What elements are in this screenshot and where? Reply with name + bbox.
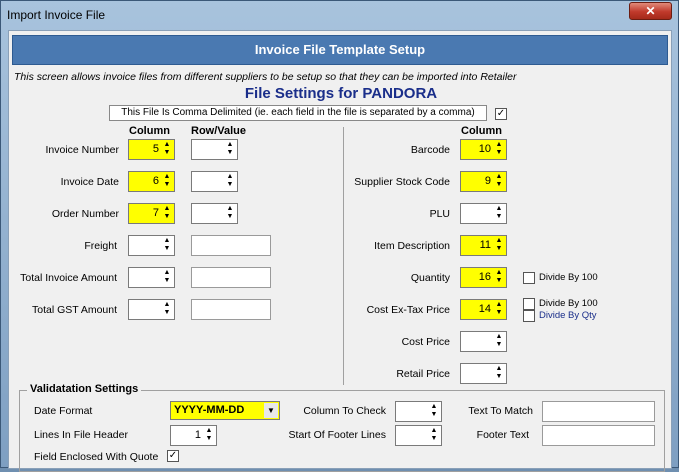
spinner-arrows-icon[interactable]: ▲ ▼ xyxy=(203,427,215,444)
quantity-column-value: 16 xyxy=(478,271,491,283)
item-description-column-value: 11 xyxy=(479,239,491,251)
spinner-arrows-icon[interactable]: ▲ ▼ xyxy=(161,205,173,222)
cost-ex-tax-price-column-value: 14 xyxy=(478,303,491,315)
date-format-dropdown[interactable]: YYYY-MM-DD ▼ xyxy=(170,401,280,420)
plu-column-spinner[interactable]: ▲ ▼ xyxy=(460,203,507,224)
close-button[interactable]: ✕ xyxy=(629,2,672,20)
spinner-arrows-icon[interactable]: ▲ ▼ xyxy=(493,333,505,350)
cost-divide-qty-label: Divide By Qty xyxy=(539,310,597,321)
banner-title: Invoice File Template Setup xyxy=(12,35,668,65)
quantity-label: Quantity xyxy=(410,272,450,284)
spinner-arrows-icon[interactable]: ▲ ▼ xyxy=(161,141,173,158)
spinner-arrows-icon[interactable]: ▲ ▼ xyxy=(161,269,173,286)
lines-in-header-label: Lines In File Header xyxy=(34,429,128,441)
cost-price-column-spinner[interactable]: ▲ ▼ xyxy=(460,331,507,352)
cost-divide-100-checkbox[interactable] xyxy=(523,298,535,310)
quantity-column-spinner[interactable]: 16 ▲ ▼ xyxy=(460,267,507,288)
spinner-arrows-icon[interactable]: ▲ ▼ xyxy=(493,141,505,158)
invoice-date-column-value: 6 xyxy=(152,175,159,187)
intro-text: This screen allows invoice files from di… xyxy=(14,71,517,83)
start-footer-spinner[interactable]: ▲ ▼ xyxy=(395,425,442,446)
chevron-down-icon[interactable]: ▼ xyxy=(264,403,278,418)
spinner-arrows-icon[interactable]: ▲ ▼ xyxy=(428,427,440,444)
spinner-arrows-icon[interactable]: ▲ ▼ xyxy=(493,173,505,190)
cost-ex-tax-price-column-spinner[interactable]: 14 ▲ ▼ xyxy=(460,299,507,320)
footer-text-input[interactable] xyxy=(542,425,655,446)
retail-price-label: Retail Price xyxy=(396,368,450,380)
total-gst-amount-column-spinner[interactable]: ▲ ▼ xyxy=(128,299,175,320)
column-to-check-spinner[interactable]: ▲ ▼ xyxy=(395,401,442,422)
spinner-arrows-icon[interactable]: ▲ ▼ xyxy=(161,301,173,318)
field-enclosed-label: Field Enclosed With Quote xyxy=(34,451,159,463)
invoice-number-column-value: 5 xyxy=(152,143,159,155)
spinner-arrows-icon[interactable]: ▲ ▼ xyxy=(493,269,505,286)
spinner-arrows-icon[interactable]: ▲ ▼ xyxy=(493,365,505,382)
spinner-arrows-icon[interactable]: ▲ ▼ xyxy=(224,205,236,222)
order-number-row-spinner[interactable]: ▲ ▼ xyxy=(191,203,238,224)
order-number-column-value: 7 xyxy=(152,207,159,219)
item-description-column-spinner[interactable]: 11 ▲ ▼ xyxy=(460,235,507,256)
invoice-number-row-spinner[interactable]: ▲ ▼ xyxy=(191,139,238,160)
retail-price-column-spinner[interactable]: ▲ ▼ xyxy=(460,363,507,384)
date-format-label: Date Format xyxy=(34,405,93,417)
invoice-number-column-spinner[interactable]: 5 ▲ ▼ xyxy=(128,139,175,160)
window-title: Import Invoice File xyxy=(7,8,106,22)
text-to-match-input[interactable] xyxy=(542,401,655,422)
total-gst-amount-label: Total GST Amount xyxy=(31,304,117,316)
plu-label: PLU xyxy=(429,208,450,220)
spinner-arrows-icon[interactable]: ▲ ▼ xyxy=(493,301,505,318)
lines-in-header-value: 1 xyxy=(194,429,201,441)
supplier-stock-code-column-value: 9 xyxy=(484,175,491,187)
invoice-number-label: Invoice Number xyxy=(45,144,119,156)
total-invoice-amount-label: Total Invoice Amount xyxy=(20,272,117,284)
spinner-arrows-icon[interactable]: ▲ ▼ xyxy=(224,173,236,190)
item-description-label: Item Description xyxy=(374,240,450,252)
import-invoice-window: Import Invoice File ✕ Invoice File Templ… xyxy=(0,0,679,472)
title-bar[interactable]: Import Invoice File ✕ xyxy=(1,1,678,29)
freight-label: Freight xyxy=(84,240,117,252)
footer-text-label: Footer Text xyxy=(476,429,529,441)
total-invoice-amount-value-input[interactable] xyxy=(191,267,271,288)
order-number-label: Order Number xyxy=(51,208,119,220)
comma-delimited-label: This File Is Comma Delimited (ie. each f… xyxy=(109,105,487,121)
invoice-date-column-spinner[interactable]: 6 ▲ ▼ xyxy=(128,171,175,192)
text-to-match-label: Text To Match xyxy=(468,405,533,417)
spinner-arrows-icon[interactable]: ▲ ▼ xyxy=(161,173,173,190)
cost-divide-100-label: Divide By 100 xyxy=(539,298,598,309)
column-to-check-label: Column To Check xyxy=(303,405,386,417)
start-footer-label: Start Of Footer Lines xyxy=(288,429,386,441)
lines-in-header-spinner[interactable]: 1 ▲ ▼ xyxy=(170,425,217,446)
comma-delimited-checkbox[interactable]: ✓ xyxy=(495,108,507,120)
order-number-column-spinner[interactable]: 7 ▲ ▼ xyxy=(128,203,175,224)
left-column-header: Column xyxy=(129,125,170,137)
barcode-column-value: 10 xyxy=(478,143,491,155)
cost-price-label: Cost Price xyxy=(401,336,450,348)
spinner-arrows-icon[interactable]: ▲ ▼ xyxy=(493,205,505,222)
spinner-arrows-icon[interactable]: ▲ ▼ xyxy=(493,237,505,254)
cost-divide-qty-checkbox[interactable] xyxy=(523,310,535,322)
page-heading: File Settings for PANDORA xyxy=(244,85,438,102)
freight-column-spinner[interactable]: ▲ ▼ xyxy=(128,235,175,256)
supplier-stock-code-column-spinner[interactable]: 9 ▲ ▼ xyxy=(460,171,507,192)
quantity-divide-100-label: Divide By 100 xyxy=(539,272,598,283)
row-value-header: Row/Value xyxy=(191,125,247,137)
spinner-arrows-icon[interactable]: ▲ ▼ xyxy=(161,237,173,254)
supplier-stock-code-label: Supplier Stock Code xyxy=(354,176,450,188)
invoice-date-label: Invoice Date xyxy=(60,176,119,188)
total-invoice-amount-column-spinner[interactable]: ▲ ▼ xyxy=(128,267,175,288)
spinner-arrows-icon[interactable]: ▲ ▼ xyxy=(428,403,440,420)
barcode-column-spinner[interactable]: 10 ▲ ▼ xyxy=(460,139,507,160)
quantity-divide-100-checkbox[interactable] xyxy=(523,272,535,284)
field-enclosed-checkbox[interactable]: ✓ xyxy=(167,450,179,462)
right-column-header: Column xyxy=(461,125,502,137)
freight-value-input[interactable] xyxy=(191,235,271,256)
barcode-label: Barcode xyxy=(410,144,450,156)
cost-ex-tax-price-label: Cost Ex-Tax Price xyxy=(366,304,450,316)
date-format-value: YYYY-MM-DD xyxy=(174,404,245,416)
validation-group-title: Validatation Settings xyxy=(27,383,142,395)
client-area: Invoice File Template Setup This screen … xyxy=(8,30,672,472)
spinner-arrows-icon[interactable]: ▲ ▼ xyxy=(224,141,236,158)
invoice-date-row-spinner[interactable]: ▲ ▼ xyxy=(191,171,238,192)
total-gst-amount-value-input[interactable] xyxy=(191,299,271,320)
